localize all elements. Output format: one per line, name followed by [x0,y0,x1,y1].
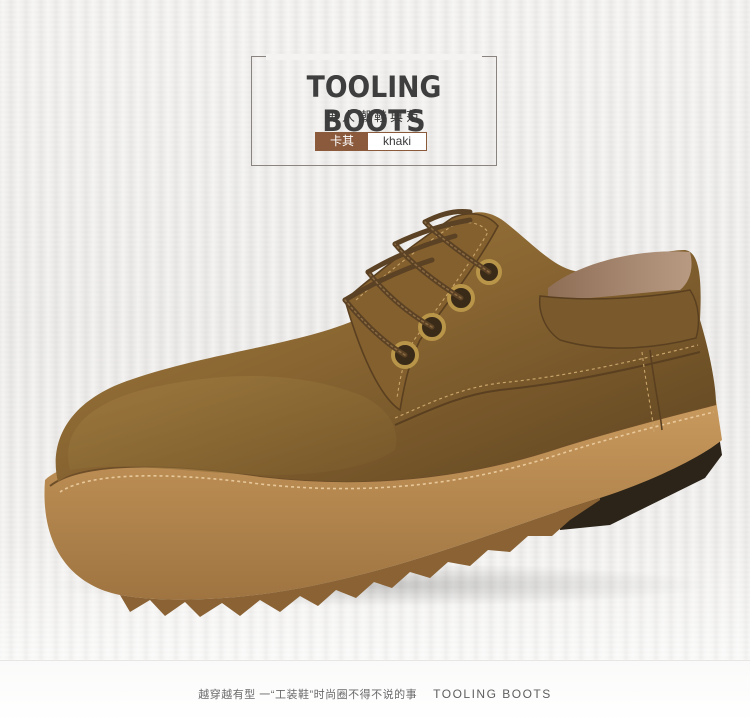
footer-tagline: 越穿越有型 一“工装鞋”时尚圈不得不说的事 TOOLING BOOTS [0,686,750,702]
shoe-image [44,209,723,617]
collar-padding [538,289,700,349]
product-banner: TOOLING BOOTS 男人潮鞋典范 卡其 khaki 越穿越有型 一“工装… [0,0,750,722]
footer-tagline-en: TOOLING BOOTS [433,687,552,701]
footer-tagline-cn: 越穿越有型 一“工装鞋”时尚圈不得不说的事 [198,689,418,701]
divider [0,660,750,661]
